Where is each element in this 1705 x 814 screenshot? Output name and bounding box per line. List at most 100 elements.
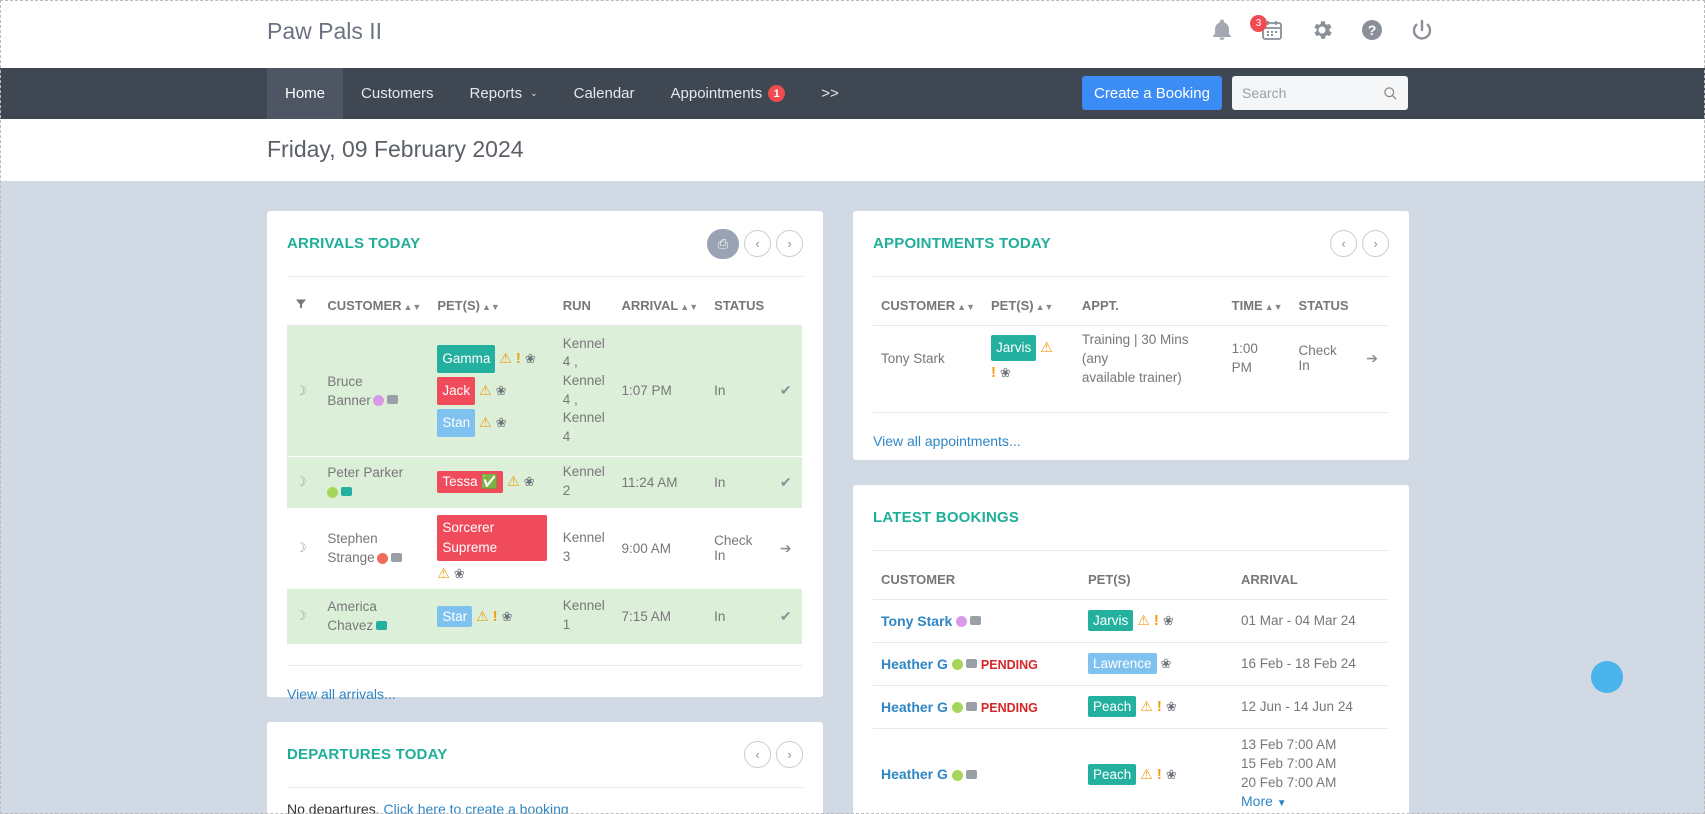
top-bar: Paw Pals II 3 ? [0,0,1705,68]
header-label: TIME [1231,298,1263,314]
warning-icon: ⚠ [479,381,492,398]
latest-bookings-card: LATEST BOOKINGS CUSTOMER PET(S) ARRIVAL … [853,485,1409,814]
pet-badge[interactable]: Gamma [437,344,496,373]
customer-name[interactable]: Stephen [327,529,421,548]
paw-icon: ❀ [453,565,465,581]
customer-name-line2[interactable]: Strange [327,550,374,565]
status-dot [951,659,963,671]
customer-link[interactable]: Heather G [881,656,948,672]
header-label: PET(S) [437,298,480,314]
help-icon[interactable]: ? [1359,17,1385,43]
paw-icon: ❀ [495,414,507,430]
col-arrival: ARRIVAL [1233,561,1388,600]
col-customer[interactable]: CUSTOMER ▲▼ [873,287,983,326]
pet-badge[interactable]: Sorcerer Supreme [437,514,547,561]
print-icon: ⎙ [717,235,729,251]
customer-name-line2[interactable]: Banner [327,393,371,408]
nav-item-reports[interactable]: Reports ⌄ [452,68,556,119]
moon-icon: ☽ [295,608,307,623]
view-all-appointments-link[interactable]: View all appointments... [873,433,1021,449]
pet-badge[interactable]: Jarvis [1088,610,1134,631]
col-run: RUN [554,287,614,326]
table-row[interactable]: Heather G PENDING Peach ⚠! ❀ 12 Jun - 14 Ju… [873,685,1388,729]
pet-badge[interactable]: Peach [1088,763,1137,785]
pet-badge[interactable]: Star [437,605,473,627]
prev-button[interactable]: ‹ [744,230,771,257]
col-time[interactable]: TIME ▲▼ [1223,287,1291,326]
status-dot [951,702,963,714]
table-row[interactable]: Tony Stark Jarvis ⚠ ! ❀ Training | 30 Mins… [873,325,1388,392]
status-text: In [706,588,772,645]
customer-name[interactable]: America [327,597,421,616]
arrival-dates: 16 Feb - 18 Feb 24 [1233,642,1388,686]
header-label: RUN [562,298,591,314]
table-row[interactable]: ☽ America Chavez Star ⚠! ❀ Kennel 1 7:15 AM… [287,588,802,645]
customer-name-line2[interactable]: Chavez [327,618,373,633]
customer-name[interactable]: Peter Parker [327,463,421,482]
nav-item-calendar[interactable]: Calendar [556,68,653,119]
filter-icon[interactable] [287,287,320,326]
nav-item-appointments[interactable]: Appointments 1 [653,68,804,119]
col-customer[interactable]: CUSTOMER ▲▼ [319,287,430,326]
top-icons: 3 ? [1209,15,1435,43]
search-icon[interactable] [1383,86,1398,101]
col-pets[interactable]: PET(S) ▲▼ [429,287,555,326]
customer-name[interactable]: Bruce [327,372,421,391]
pet-badge[interactable]: Peach [1088,696,1137,717]
table-row[interactable]: Heather G Peach ⚠! ❀ 13 Feb 7:00 AM 15 Feb… [873,728,1388,814]
more-link[interactable]: More ▼ [1241,793,1287,809]
alert-icon: ! [492,607,498,625]
customer-link[interactable]: Heather G [881,699,948,715]
power-icon[interactable] [1409,17,1435,43]
next-button[interactable]: › [776,230,803,257]
nav-item-customers[interactable]: Customers [343,68,452,119]
check-circle-icon[interactable]: ✔ [780,608,792,624]
pet-badge[interactable]: Stan [437,408,476,437]
table-row[interactable]: Tony Stark Jarvis ⚠! ❀ 01 Mar - 04 Mar 24 [873,599,1388,643]
arrow-right-icon[interactable]: ➔ [780,540,792,556]
search-input[interactable] [1242,85,1362,101]
next-button[interactable]: › [776,741,803,768]
notification-badge: 3 [1250,15,1267,32]
appt-time: 1:00 [1231,341,1258,356]
table-row[interactable]: ☽ Peter Parker Tessa ✅ ⚠ ❀ Kennel 2 11:24 A… [287,456,802,509]
create-booking-link[interactable]: Click here to create a booking [384,801,569,814]
table-row[interactable]: ☽ Bruce Banner Gamma ⚠! ❀ Jack ⚠ ❀ Stan ⚠ ❀ Ke… [287,325,802,457]
arrow-right-icon[interactable]: ➔ [1366,350,1378,366]
svg-text:?: ? [1368,22,1377,38]
prev-button[interactable]: ‹ [1330,230,1357,257]
create-booking-button[interactable]: Create a Booking [1082,76,1222,110]
pet-badge[interactable]: Tessa ✅ [437,471,504,493]
table-row[interactable]: Heather G PENDING Lawrence ❀ 16 Feb - 18 F… [873,642,1388,686]
col-arrival[interactable]: ARRIVAL ▲▼ [613,287,707,326]
run-text: 1 [562,617,571,632]
view-all-arrivals-link[interactable]: View all arrivals... [287,686,396,702]
customer-name[interactable]: Tony Stark [873,325,983,392]
floating-help-button[interactable] [1591,661,1623,693]
bag-icon [376,620,388,630]
nav-item-home[interactable]: Home [267,68,344,119]
warning-icon: ⚠ [1140,698,1153,714]
appt-time: PM [1231,360,1252,375]
pet-badge[interactable]: Jack [437,376,476,405]
header-label: APPT. [1081,298,1119,314]
paw-icon: ❀ [1160,656,1172,671]
check-circle-icon[interactable]: ✔ [780,474,792,490]
pet-badge[interactable]: Jarvis [990,335,1037,361]
table-row[interactable]: ☽ Stephen Strange Sorcerer Supreme ⚠ ❀ Ke… [287,508,802,589]
bell-icon[interactable] [1209,17,1235,43]
calendar-icon[interactable]: 3 [1250,15,1285,43]
app-title[interactable]: Paw Pals II [267,18,382,45]
appointments-card: APPOINTMENTS TODAY ‹ › CUSTOMER ▲▼ PET(S)… [853,211,1409,460]
prev-button[interactable]: ‹ [744,741,771,768]
print-button[interactable]: ⎙ [707,228,739,259]
nav-item-more[interactable]: >> [803,68,857,119]
gear-icon[interactable] [1309,17,1335,43]
paw-icon: ❀ [495,382,507,398]
customer-link[interactable]: Heather G [881,766,948,782]
pet-badge[interactable]: Lawrence [1088,653,1157,674]
check-circle-icon[interactable]: ✔ [780,382,792,398]
col-pets[interactable]: PET(S) ▲▼ [982,287,1074,326]
customer-link[interactable]: Tony Stark [881,613,952,629]
next-button[interactable]: › [1362,230,1389,257]
